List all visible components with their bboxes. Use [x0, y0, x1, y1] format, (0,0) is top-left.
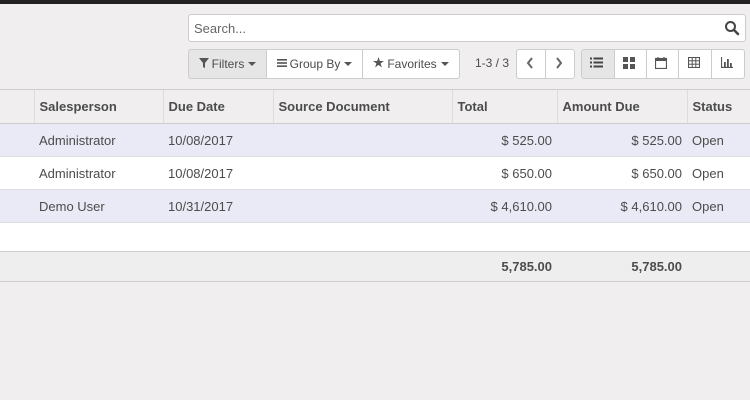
caret-down-icon [344, 62, 353, 66]
empty-row [0, 222, 750, 252]
group-by-label: Group By [289, 57, 341, 71]
calendar-icon [654, 56, 670, 72]
pivot-view-button[interactable] [678, 49, 712, 79]
top-navbar [0, 0, 750, 4]
group-by-button[interactable]: Group By [266, 49, 363, 79]
amount-due-cell: $ 650.00 [557, 156, 687, 190]
totals-spacer [273, 251, 452, 282]
amount-due-cell: $ 525.00 [557, 123, 687, 157]
status-cell: Open [687, 156, 750, 190]
filters-button[interactable]: Filters [188, 49, 267, 79]
search-icon[interactable] [724, 20, 740, 36]
search-input[interactable] [189, 15, 719, 41]
column-header-source-document[interactable]: Source Document [272, 89, 452, 124]
column-header-total[interactable]: Total [451, 89, 557, 124]
favorites-label: Favorites [387, 57, 437, 71]
row-selector[interactable] [0, 189, 34, 223]
table-header-row: Salesperson Due Date Source Document Tot… [0, 89, 750, 124]
due-date-cell: 10/31/2017 [163, 189, 273, 223]
totals-spacer [34, 251, 163, 282]
source-document-cell [273, 123, 452, 157]
source-document-cell [273, 156, 452, 190]
pager-next-button[interactable] [545, 49, 575, 79]
column-header-due-date[interactable]: Due Date [162, 89, 273, 124]
invoice-list-table: Salesperson Due Date Source Document Tot… [0, 89, 750, 282]
chevron-right-icon [555, 56, 566, 72]
pager-value[interactable]: 1-3 / 3 [475, 56, 509, 70]
row-selector[interactable] [0, 123, 34, 157]
amount-due-cell: $ 4,610.00 [557, 189, 687, 223]
table-icon [687, 56, 703, 71]
select-all-column-header[interactable] [0, 89, 34, 124]
pager-previous-button[interactable] [516, 49, 546, 79]
totals-spacer [0, 251, 34, 282]
table-row[interactable]: Administrator 10/08/2017 $ 525.00 $ 525.… [0, 123, 750, 157]
salesperson-cell: Administrator [34, 156, 163, 190]
chevron-left-icon [526, 56, 537, 72]
total-cell: $ 525.00 [452, 123, 557, 157]
table-row[interactable]: Administrator 10/08/2017 $ 650.00 $ 650.… [0, 156, 750, 190]
status-cell: Open [687, 123, 750, 157]
filters-label: Filters [211, 57, 245, 71]
column-header-amount-due[interactable]: Amount Due [556, 89, 687, 124]
list-icon [590, 57, 606, 71]
source-document-cell [273, 189, 452, 223]
salesperson-cell: Administrator [34, 123, 163, 157]
totals-spacer [687, 251, 750, 282]
totals-spacer [163, 251, 273, 282]
filter-icon [198, 57, 212, 71]
table-row[interactable]: Demo User 10/31/2017 $ 4,610.00 $ 4,610.… [0, 189, 750, 223]
status-cell: Open [687, 189, 750, 223]
kanban-view-button[interactable] [614, 49, 647, 79]
due-date-cell: 10/08/2017 [163, 156, 273, 190]
kanban-icon [623, 56, 638, 72]
empty-cell [0, 222, 750, 252]
caret-down-icon [440, 62, 449, 66]
due-date-cell: 10/08/2017 [163, 123, 273, 157]
sum-amount-due: 5,785.00 [557, 251, 687, 282]
sum-total: 5,785.00 [452, 251, 557, 282]
row-selector[interactable] [0, 156, 34, 190]
total-cell: $ 650.00 [452, 156, 557, 190]
bars-icon [276, 57, 290, 71]
total-cell: $ 4,610.00 [452, 189, 557, 223]
bar-chart-icon [720, 57, 736, 71]
column-header-salesperson[interactable]: Salesperson [33, 89, 163, 124]
column-header-status[interactable]: Status [686, 89, 750, 124]
salesperson-cell: Demo User [34, 189, 163, 223]
favorites-button[interactable]: Favorites [362, 49, 460, 79]
totals-row: 5,785.00 5,785.00 [0, 251, 750, 282]
calendar-view-button[interactable] [646, 49, 679, 79]
caret-down-icon [248, 62, 257, 66]
search-box [188, 14, 746, 42]
star-icon [373, 57, 387, 71]
list-view-button[interactable] [581, 49, 615, 79]
graph-view-button[interactable] [711, 49, 745, 79]
